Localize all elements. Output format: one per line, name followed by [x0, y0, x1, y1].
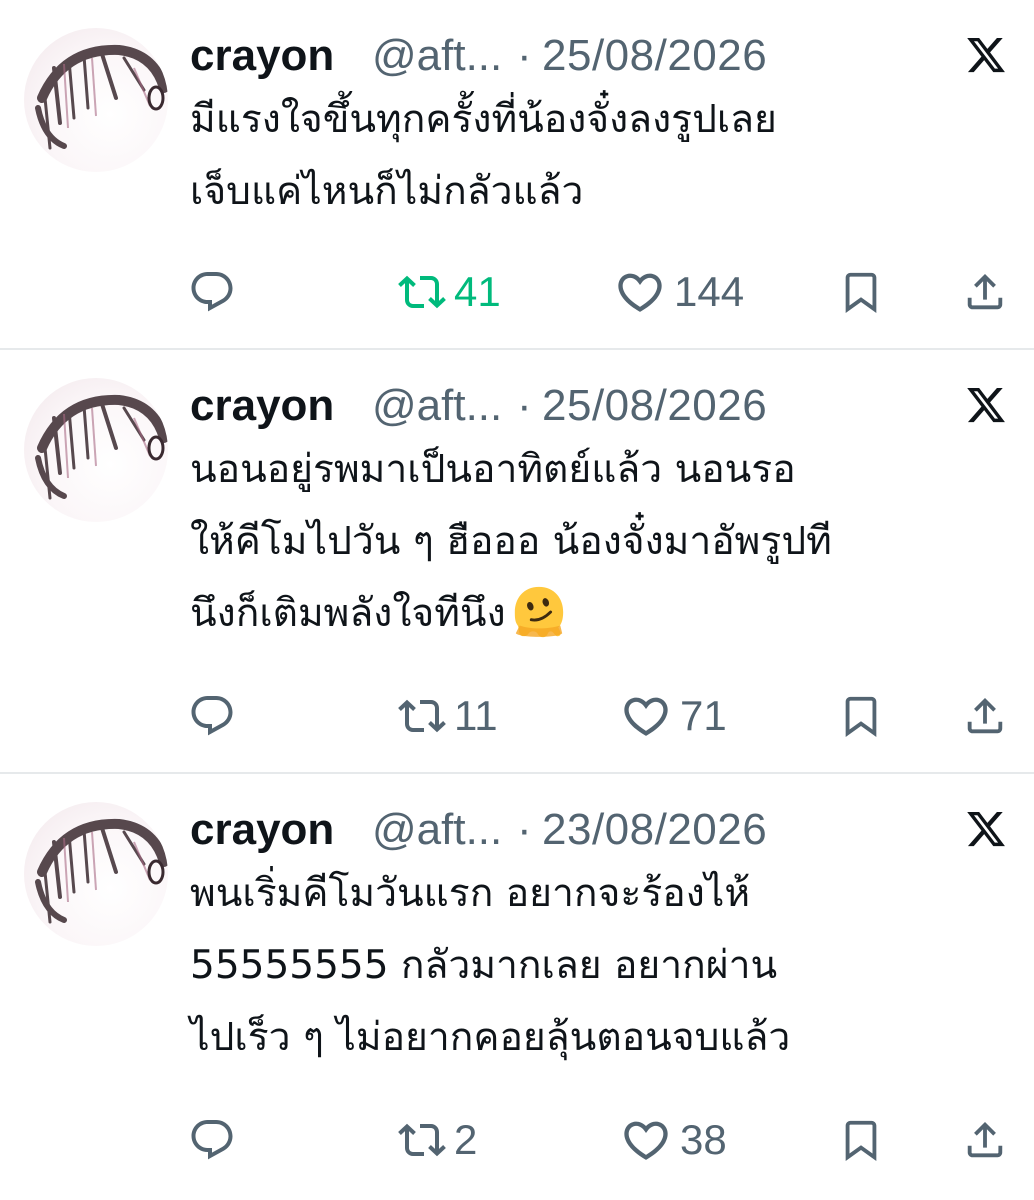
tweet-text-line: นึงก็เติมพลังใจทีนึง — [190, 578, 1010, 650]
bookmark-button[interactable] — [838, 686, 884, 746]
like-icon — [624, 697, 668, 736]
separator-dot: · — [517, 805, 532, 854]
avatar[interactable] — [24, 28, 168, 172]
retweet-button[interactable]: 11 — [398, 686, 498, 746]
tweet[interactable]: crayon @aft... · 25/08/2026 มีแรงใจขึ้นท… — [0, 0, 1034, 349]
share-icon — [967, 1121, 1003, 1158]
display-name[interactable]: crayon — [190, 804, 334, 856]
share-button[interactable] — [962, 686, 1008, 746]
avatar[interactable] — [24, 802, 168, 946]
tweet-text-line-text: นึงก็เติมพลังใจทีนึง — [190, 591, 506, 636]
reply-icon — [191, 696, 233, 736]
tweet-text-line: ไปเร็ว ๆ ไม่อยากคอยลุ้นตอนจบแล้ว — [190, 1015, 791, 1060]
like-button[interactable]: 144 — [614, 262, 744, 322]
tweet-feed: crayon @aft... · 25/08/2026 มีแรงใจขึ้นท… — [0, 0, 1034, 1200]
x-logo-icon — [967, 387, 1005, 423]
tweet[interactable]: crayon @aft... · 25/08/2026 นอนอยู่รพมาเ… — [0, 350, 1034, 773]
share-button[interactable] — [962, 1110, 1008, 1170]
tweet-text-line: 55555555 กลัวมากเลย อยากผ่าน — [190, 943, 778, 988]
display-name[interactable]: crayon — [190, 30, 334, 82]
tweet-actions: 11 71 — [0, 686, 1034, 746]
display-name[interactable]: crayon — [190, 380, 334, 432]
retweet-count: 11 — [454, 692, 498, 739]
tweet-text: มีแรงใจขึ้นทุกครั้งที่น้องจั๋งลงรูปเลย เ… — [190, 84, 1010, 228]
melting-face-emoji-icon — [514, 586, 563, 637]
bookmark-icon — [845, 1120, 877, 1161]
like-button[interactable]: 71 — [620, 686, 727, 746]
x-logo-icon — [967, 811, 1005, 847]
tweet[interactable]: crayon @aft... · 23/08/2026 พนเริ่มคีโมว… — [0, 774, 1034, 1200]
user-handle[interactable]: @aft... — [372, 804, 502, 856]
like-icon — [624, 1121, 668, 1160]
tweet-date[interactable]: 25/08/2026 — [542, 30, 767, 82]
retweet-count: 2 — [454, 1116, 478, 1163]
like-count: 38 — [680, 1116, 727, 1163]
like-count: 144 — [674, 268, 745, 315]
separator-dot: · — [517, 381, 532, 430]
share-button[interactable] — [962, 262, 1008, 322]
retweet-icon — [398, 1123, 446, 1157]
reply-icon — [191, 1120, 233, 1160]
user-handle[interactable]: @aft... — [372, 380, 502, 432]
retweet-count: 41 — [454, 268, 501, 315]
bookmark-button[interactable] — [838, 262, 884, 322]
tweet-actions: 41 144 — [0, 262, 1034, 322]
x-logo-icon — [967, 37, 1005, 73]
share-icon — [967, 697, 1003, 734]
reply-button[interactable] — [188, 686, 236, 746]
bookmark-button[interactable] — [838, 1110, 884, 1170]
reply-icon — [191, 272, 233, 312]
separator-dot: · — [517, 31, 532, 80]
tweet-text-line: พนเริ่มคีโมวันแรก อยากจะร้องไห้ — [190, 871, 751, 916]
reply-button[interactable] — [188, 1110, 236, 1170]
retweet-icon — [398, 699, 446, 733]
retweet-button[interactable]: 41 — [398, 262, 501, 322]
like-button[interactable]: 38 — [620, 1110, 727, 1170]
retweet-icon — [398, 275, 446, 309]
reply-button[interactable] — [188, 262, 236, 322]
bookmark-icon — [845, 272, 877, 313]
tweet-date[interactable]: 25/08/2026 — [542, 380, 767, 432]
share-icon — [967, 273, 1003, 310]
retweet-button[interactable]: 2 — [398, 1110, 477, 1170]
tweet-text-line: เจ็บแค่ไหนก็ไม่กลัวแล้ว — [190, 169, 584, 214]
tweet-text-line: ให้คีโมไปวัน ๆ ฮือออ น้องจั๋งมาอัพรูปที — [190, 519, 832, 564]
tweet-text: พนเริ่มคีโมวันแรก อยากจะร้องไห้ 55555555… — [190, 858, 1010, 1074]
tweet-text-line: มีแรงใจขึ้นทุกครั้งที่น้องจั๋งลงรูปเลย — [190, 97, 777, 142]
like-icon — [618, 273, 662, 312]
tweet-text: นอนอยู่รพมาเป็นอาทิตย์แล้ว นอนรอ ให้คีโม… — [190, 434, 1010, 650]
tweet-date[interactable]: 23/08/2026 — [542, 804, 767, 856]
user-handle[interactable]: @aft... — [372, 30, 502, 82]
like-count: 71 — [680, 692, 727, 739]
avatar[interactable] — [24, 378, 168, 522]
bookmark-icon — [845, 696, 877, 737]
tweet-text-line: นอนอยู่รพมาเป็นอาทิตย์แล้ว นอนรอ — [190, 447, 796, 492]
tweet-actions: 2 38 — [0, 1110, 1034, 1170]
